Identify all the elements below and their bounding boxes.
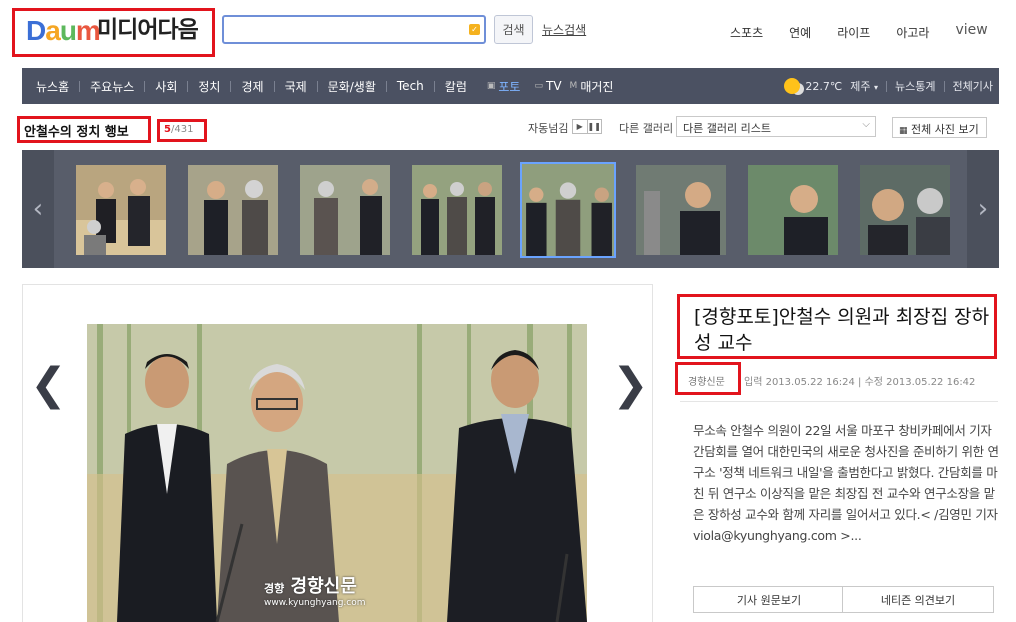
autoplay-label: 자동넘김 xyxy=(528,122,569,135)
search-box[interactable]: ✓ xyxy=(222,15,486,44)
nav-news-home[interactable]: 뉴스홈 xyxy=(22,78,79,95)
netizen-comments-button[interactable]: 네티즌 의견보기 xyxy=(842,586,994,613)
topnav-life[interactable]: 라이프 xyxy=(837,24,870,41)
article-headline: [경향포토]안철수 의원과 최장집 장하성 교수 xyxy=(694,306,990,354)
search-button[interactable]: 검색 xyxy=(494,15,533,44)
gallery-title: 안철수의 정치 행보 xyxy=(24,125,129,140)
thumbnail-1[interactable] xyxy=(76,165,166,255)
thumbnail-8[interactable] xyxy=(860,165,950,255)
nav-culture[interactable]: 문화/생활 xyxy=(318,78,386,95)
topnav-entertainment[interactable]: 연예 xyxy=(789,24,811,41)
other-gallery-select[interactable]: 다른 갤러리 리스트 ⌵ xyxy=(676,116,876,137)
article-source[interactable]: 경향신문 xyxy=(688,373,725,388)
thumbnail-image xyxy=(188,165,278,255)
thumbnail-image xyxy=(412,165,502,255)
thumbnail-image xyxy=(748,165,838,255)
nav-magazine[interactable]: M 매거진 xyxy=(566,78,618,95)
magazine-icon: M xyxy=(569,81,578,91)
all-photos-button[interactable]: ▦ 전체 사진 보기 xyxy=(892,117,987,138)
chevron-right-icon[interactable]: ❯ xyxy=(612,355,649,415)
thumbnail-image xyxy=(76,165,166,255)
nav-society[interactable]: 사회 xyxy=(145,78,187,95)
nav-divider xyxy=(943,80,945,92)
nav-photo[interactable]: ▣ 포토 xyxy=(477,78,531,95)
thumbnail-5-selected[interactable] xyxy=(520,162,616,258)
main-nav: 뉴스홈 주요뉴스 사회 정치 경제 국제 문화/생활 Tech 칼럼 ▣ 포토 ▭… xyxy=(22,68,999,104)
play-icon[interactable]: ▶ xyxy=(573,120,587,133)
daum-logo[interactable]: Daum xyxy=(26,15,101,47)
thumbnail-3[interactable] xyxy=(300,165,390,255)
nav-tech[interactable]: Tech xyxy=(387,79,434,93)
nav-tv[interactable]: ▭ TV xyxy=(530,79,565,93)
nav-news-stats[interactable]: 뉴스통계 xyxy=(895,78,935,94)
thumbnail-image xyxy=(300,165,390,255)
autoplay-controls: ▶ ❚❚ xyxy=(572,119,602,134)
photo-counter: 5/431 xyxy=(164,124,194,135)
search-input[interactable] xyxy=(224,17,454,42)
chevron-left-icon[interactable]: ❮ xyxy=(30,355,67,415)
nav-world[interactable]: 국제 xyxy=(275,78,317,95)
divider xyxy=(680,401,998,402)
nav-politics[interactable]: 정치 xyxy=(188,78,230,95)
news-search-link[interactable]: 뉴스검색 xyxy=(542,21,586,38)
topnav-view[interactable]: view xyxy=(955,22,987,39)
photo-icon: ▣ xyxy=(486,81,496,91)
grid-icon: ▦ xyxy=(899,126,908,136)
view-original-button[interactable]: 기사 원문보기 xyxy=(693,586,845,613)
thumbnail-2[interactable] xyxy=(188,165,278,255)
other-gallery-label: 다른 갤러리 xyxy=(619,122,674,135)
thumbnail-strip: ‹ › xyxy=(22,150,999,268)
weather-city[interactable]: 제주 ▾ xyxy=(850,78,878,94)
thumbnail-image xyxy=(860,165,950,255)
nav-column[interactable]: 칼럼 xyxy=(435,78,477,95)
nav-divider xyxy=(886,80,888,92)
topnav-agora[interactable]: 아고라 xyxy=(896,24,929,41)
chevron-down-icon: ▾ xyxy=(874,83,879,92)
nav-right: 22.7℃ 제주 ▾ 뉴스통계 전체기사 xyxy=(784,78,999,94)
tv-icon: ▭ xyxy=(534,81,543,91)
nav-top-news[interactable]: 주요뉴스 xyxy=(80,78,144,95)
thumbnail-image xyxy=(636,165,726,255)
watermark-brand: 경향 xyxy=(264,582,285,595)
chevron-right-icon[interactable]: › xyxy=(967,150,999,268)
thumbnail-6[interactable] xyxy=(636,165,726,255)
kyunghyang-watermark: 경향 경향신문 www.kyunghyang.com xyxy=(264,576,366,608)
topnav-sports[interactable]: 스포츠 xyxy=(730,24,763,41)
chevron-down-icon: ⌵ xyxy=(862,119,870,130)
article-meta: 입력 2013.05.22 16:24 | 수정 2013.05.22 16:4… xyxy=(744,377,976,388)
chevron-left-icon[interactable]: ‹ xyxy=(22,150,54,268)
nav-economy[interactable]: 경제 xyxy=(231,78,273,95)
search-dropdown-icon[interactable]: ✓ xyxy=(469,24,480,35)
media-daum-brand[interactable]: 미디어다음 xyxy=(97,14,199,46)
nav-all-articles[interactable]: 전체기사 xyxy=(953,78,993,94)
weather-temp: 22.7℃ xyxy=(805,79,843,93)
thumbnail-image xyxy=(522,164,614,256)
pause-icon[interactable]: ❚❚ xyxy=(586,120,602,133)
article-body: 무소속 안철수 의원이 22일 서울 마포구 창비카페에서 기자간담회를 열어 … xyxy=(693,423,999,543)
weather-sun-icon xyxy=(784,78,801,94)
thumbnail-7[interactable] xyxy=(748,165,838,255)
top-nav: 스포츠 연예 라이프 아고라 view xyxy=(730,22,988,41)
thumbnail-4[interactable] xyxy=(412,165,502,255)
